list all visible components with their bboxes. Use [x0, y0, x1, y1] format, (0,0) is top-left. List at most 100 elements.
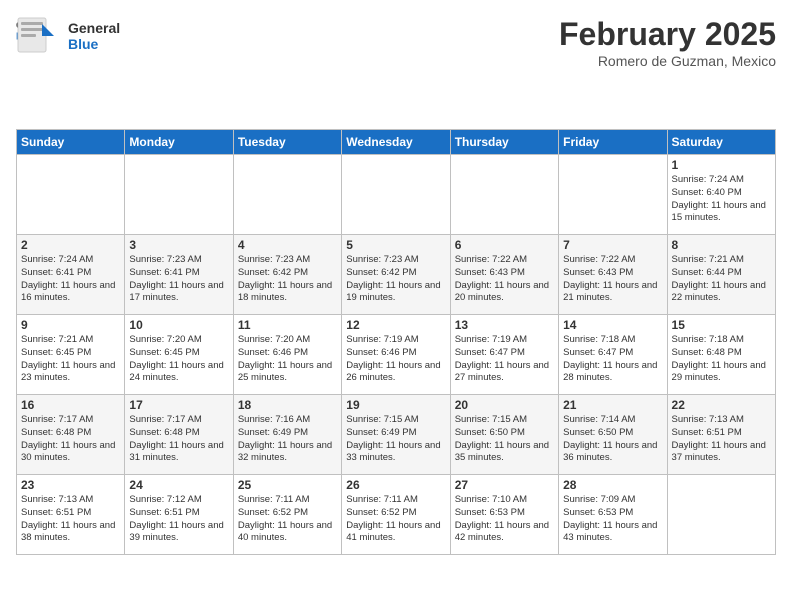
day-number: 13: [455, 318, 554, 332]
day-info: Sunrise: 7:15 AM Sunset: 6:49 PM Dayligh…: [346, 414, 445, 465]
calendar-cell: [450, 155, 558, 235]
title-block: February 2025 Romero de Guzman, Mexico: [559, 16, 776, 69]
day-info: Sunrise: 7:19 AM Sunset: 6:47 PM Dayligh…: [455, 334, 554, 385]
calendar-cell: [342, 155, 450, 235]
day-info: Sunrise: 7:21 AM Sunset: 6:44 PM Dayligh…: [672, 254, 771, 305]
col-header-wednesday: Wednesday: [342, 130, 450, 155]
day-info: Sunrise: 7:22 AM Sunset: 6:43 PM Dayligh…: [563, 254, 662, 305]
day-number: 20: [455, 398, 554, 412]
day-info: Sunrise: 7:14 AM Sunset: 6:50 PM Dayligh…: [563, 414, 662, 465]
day-info: Sunrise: 7:19 AM Sunset: 6:46 PM Dayligh…: [346, 334, 445, 385]
day-number: 19: [346, 398, 445, 412]
calendar-cell: 14 Sunrise: 7:18 AM Sunset: 6:47 PM Dayli…: [559, 315, 667, 395]
day-number: 27: [455, 478, 554, 492]
day-number: 4: [238, 238, 337, 252]
calendar-week-row: 1 Sunrise: 7:24 AM Sunset: 6:40 PM Daylig…: [17, 155, 776, 235]
calendar-cell: 15 Sunrise: 7:18 AM Sunset: 6:48 PM Dayli…: [667, 315, 775, 395]
calendar-cell: 20 Sunrise: 7:15 AM Sunset: 6:50 PM Dayli…: [450, 395, 558, 475]
page-header: General Blue February 2025 Romero de Guz…: [16, 16, 776, 69]
calendar-cell: 4 Sunrise: 7:23 AM Sunset: 6:42 PM Daylig…: [233, 235, 341, 315]
calendar-cell: 16 Sunrise: 7:17 AM Sunset: 6:48 PM Dayli…: [17, 395, 125, 475]
calendar-cell: 2 Sunrise: 7:24 AM Sunset: 6:41 PM Daylig…: [17, 235, 125, 315]
day-number: 25: [238, 478, 337, 492]
calendar-cell: [233, 155, 341, 235]
col-header-saturday: Saturday: [667, 130, 775, 155]
calendar-cell: 25 Sunrise: 7:11 AM Sunset: 6:52 PM Dayli…: [233, 475, 341, 555]
calendar-cell: 3Sunrise: 7:23 AM Sunset: 6:41 PM Daylig…: [125, 235, 233, 315]
calendar-subtitle: Romero de Guzman, Mexico: [559, 53, 776, 69]
calendar-week-row: 9 Sunrise: 7:21 AM Sunset: 6:45 PM Daylig…: [17, 315, 776, 395]
calendar-table: SundayMondayTuesdayWednesdayThursdayFrid…: [16, 129, 776, 555]
day-number: 10: [129, 318, 228, 332]
day-info: Sunrise: 7:11 AM Sunset: 6:52 PM Dayligh…: [238, 494, 337, 545]
day-info: Sunrise: 7:16 AM Sunset: 6:49 PM Dayligh…: [238, 414, 337, 465]
day-number: 5: [346, 238, 445, 252]
day-info: Sunrise: 7:18 AM Sunset: 6:47 PM Dayligh…: [563, 334, 662, 385]
calendar-header-row: SundayMondayTuesdayWednesdayThursdayFrid…: [17, 130, 776, 155]
col-header-thursday: Thursday: [450, 130, 558, 155]
calendar-cell: 9 Sunrise: 7:21 AM Sunset: 6:45 PM Daylig…: [17, 315, 125, 395]
day-number: 7: [563, 238, 662, 252]
day-number: 3: [129, 238, 228, 252]
calendar-cell: 21Sunrise: 7:14 AM Sunset: 6:50 PM Dayli…: [559, 395, 667, 475]
day-info: Sunrise: 7:23 AM Sunset: 6:42 PM Dayligh…: [238, 254, 337, 305]
day-info: Sunrise: 7:11 AM Sunset: 6:52 PM Dayligh…: [346, 494, 445, 545]
day-number: 23: [21, 478, 120, 492]
day-number: 18: [238, 398, 337, 412]
calendar-cell: 13 Sunrise: 7:19 AM Sunset: 6:47 PM Dayli…: [450, 315, 558, 395]
day-info: Sunrise: 7:24 AM Sunset: 6:41 PM Dayligh…: [21, 254, 120, 305]
day-info: Sunrise: 7:22 AM Sunset: 6:43 PM Dayligh…: [455, 254, 554, 305]
calendar-cell: 1 Sunrise: 7:24 AM Sunset: 6:40 PM Daylig…: [667, 155, 775, 235]
calendar-cell: [125, 155, 233, 235]
day-number: 6: [455, 238, 554, 252]
day-number: 22: [672, 398, 771, 412]
day-number: 8: [672, 238, 771, 252]
col-header-monday: Monday: [125, 130, 233, 155]
day-info: Sunrise: 7:10 AM Sunset: 6:53 PM Dayligh…: [455, 494, 554, 545]
day-info: Sunrise: 7:20 AM Sunset: 6:46 PM Dayligh…: [238, 334, 337, 385]
day-info: Sunrise: 7:21 AM Sunset: 6:45 PM Dayligh…: [21, 334, 120, 385]
day-number: 16: [21, 398, 120, 412]
calendar-cell: 5 Sunrise: 7:23 AM Sunset: 6:42 PM Daylig…: [342, 235, 450, 315]
calendar-cell: 19 Sunrise: 7:15 AM Sunset: 6:49 PM Dayli…: [342, 395, 450, 475]
day-info: Sunrise: 7:24 AM Sunset: 6:40 PM Dayligh…: [672, 174, 771, 225]
day-info: Sunrise: 7:23 AM Sunset: 6:42 PM Dayligh…: [346, 254, 445, 305]
calendar-cell: 11 Sunrise: 7:20 AM Sunset: 6:46 PM Dayli…: [233, 315, 341, 395]
day-number: 28: [563, 478, 662, 492]
logo-text-general: General: [68, 20, 120, 36]
day-number: 15: [672, 318, 771, 332]
calendar-cell: 28 Sunrise: 7:09 AM Sunset: 6:53 PM Dayli…: [559, 475, 667, 555]
day-number: 1: [672, 158, 771, 172]
day-number: 11: [238, 318, 337, 332]
day-number: 14: [563, 318, 662, 332]
day-info: Sunrise: 7:18 AM Sunset: 6:48 PM Dayligh…: [672, 334, 771, 385]
calendar-cell: 23 Sunrise: 7:13 AM Sunset: 6:51 PM Dayli…: [17, 475, 125, 555]
col-header-friday: Friday: [559, 130, 667, 155]
col-header-tuesday: Tuesday: [233, 130, 341, 155]
day-info: Sunrise: 7:13 AM Sunset: 6:51 PM Dayligh…: [21, 494, 120, 545]
logo-svg: [16, 16, 64, 56]
calendar-cell: 27 Sunrise: 7:10 AM Sunset: 6:53 PM Dayli…: [450, 475, 558, 555]
calendar-week-row: 2 Sunrise: 7:24 AM Sunset: 6:41 PM Daylig…: [17, 235, 776, 315]
logo-text-blue: Blue: [68, 36, 120, 52]
calendar-cell: 22 Sunrise: 7:13 AM Sunset: 6:51 PM Dayli…: [667, 395, 775, 475]
calendar-cell: 26 Sunrise: 7:11 AM Sunset: 6:52 PM Dayli…: [342, 475, 450, 555]
calendar-cell: 8 Sunrise: 7:21 AM Sunset: 6:44 PM Daylig…: [667, 235, 775, 315]
day-number: 2: [21, 238, 120, 252]
calendar-cell: 12Sunrise: 7:19 AM Sunset: 6:46 PM Dayli…: [342, 315, 450, 395]
calendar-cell: 6 Sunrise: 7:22 AM Sunset: 6:43 PM Daylig…: [450, 235, 558, 315]
day-info: Sunrise: 7:17 AM Sunset: 6:48 PM Dayligh…: [21, 414, 120, 465]
calendar-cell: 7 Sunrise: 7:22 AM Sunset: 6:43 PM Daylig…: [559, 235, 667, 315]
day-info: Sunrise: 7:17 AM Sunset: 6:48 PM Dayligh…: [129, 414, 228, 465]
day-info: Sunrise: 7:09 AM Sunset: 6:53 PM Dayligh…: [563, 494, 662, 545]
logo-container: General Blue: [16, 16, 120, 56]
day-number: 9: [21, 318, 120, 332]
day-info: Sunrise: 7:15 AM Sunset: 6:50 PM Dayligh…: [455, 414, 554, 465]
day-number: 24: [129, 478, 228, 492]
col-header-sunday: Sunday: [17, 130, 125, 155]
day-info: Sunrise: 7:13 AM Sunset: 6:51 PM Dayligh…: [672, 414, 771, 465]
calendar-cell: 18 Sunrise: 7:16 AM Sunset: 6:49 PM Dayli…: [233, 395, 341, 475]
calendar-cell: 24Sunrise: 7:12 AM Sunset: 6:51 PM Dayli…: [125, 475, 233, 555]
day-number: 26: [346, 478, 445, 492]
day-info: Sunrise: 7:20 AM Sunset: 6:45 PM Dayligh…: [129, 334, 228, 385]
